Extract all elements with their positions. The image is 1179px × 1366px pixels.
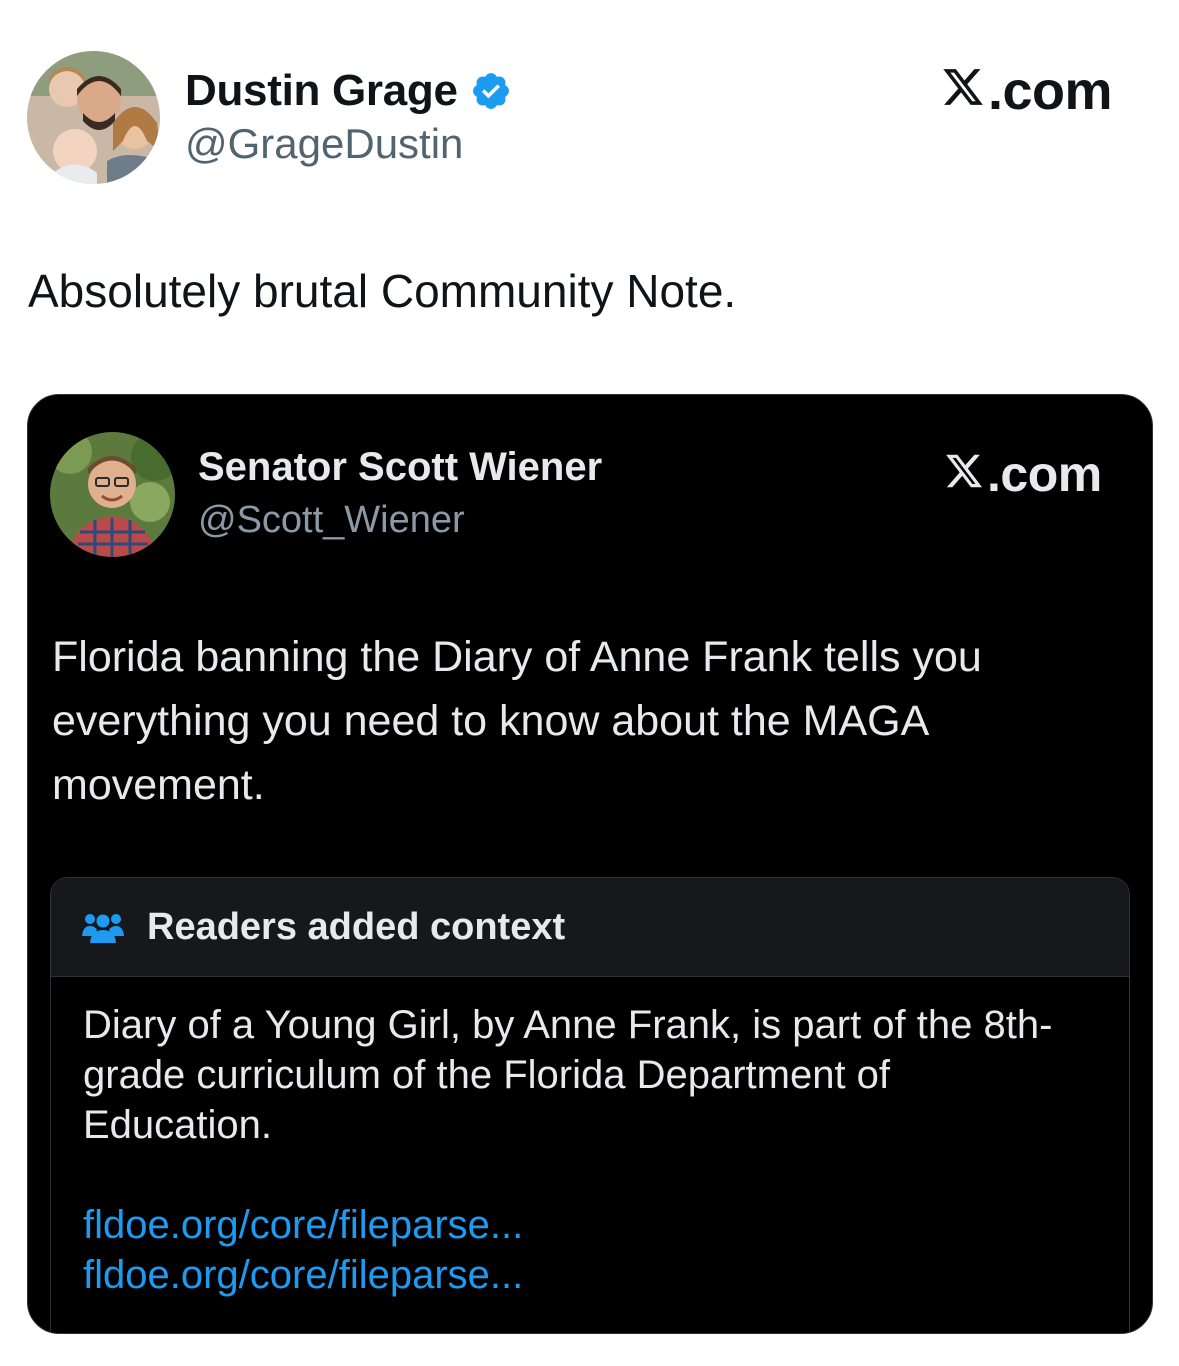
community-note: Readers added context Diary of a Young G… <box>50 877 1130 1333</box>
embedded-x-dot-com-logo: .com <box>943 445 1102 503</box>
community-note-body: Diary of a Young Girl, by Anne Frank, is… <box>83 1003 1053 1147</box>
tweet-text: Absolutely brutal Community Note. <box>28 265 737 317</box>
embedded-tweet-text: Florida banning the Diary of Anne Frank … <box>52 633 982 809</box>
people-icon <box>81 910 125 944</box>
community-note-title: Readers added context <box>147 905 566 948</box>
verified-badge-icon <box>470 70 512 112</box>
source-link[interactable]: fldoe.org/core/fileparse... <box>83 1200 523 1250</box>
author-name-row[interactable]: Dustin Grage <box>185 66 512 116</box>
author-handle[interactable]: @GrageDustin <box>185 120 463 168</box>
author-name[interactable]: Dustin Grage <box>185 66 458 116</box>
embedded-author-name: Senator Scott Wiener <box>198 445 603 489</box>
embedded-tweet-card[interactable]: Senator Scott Wiener @Scott_Wiener .com … <box>27 394 1153 1334</box>
site-label: .com <box>988 61 1113 121</box>
embedded-site-label: .com <box>987 446 1102 502</box>
embedded-author-avatar <box>50 432 175 557</box>
community-note-header: Readers added context <box>51 878 1129 977</box>
source-link[interactable]: fldoe.org/core/fileparse... <box>83 1250 523 1300</box>
embedded-author-handle: @Scott_Wiener <box>198 499 465 541</box>
x-logo-icon <box>943 445 985 488</box>
author-avatar[interactable] <box>27 51 160 184</box>
x-logo-icon <box>940 60 986 105</box>
x-dot-com-logo: .com <box>940 60 1113 122</box>
community-note-links: fldoe.org/core/fileparse... fldoe.org/co… <box>83 1200 523 1300</box>
